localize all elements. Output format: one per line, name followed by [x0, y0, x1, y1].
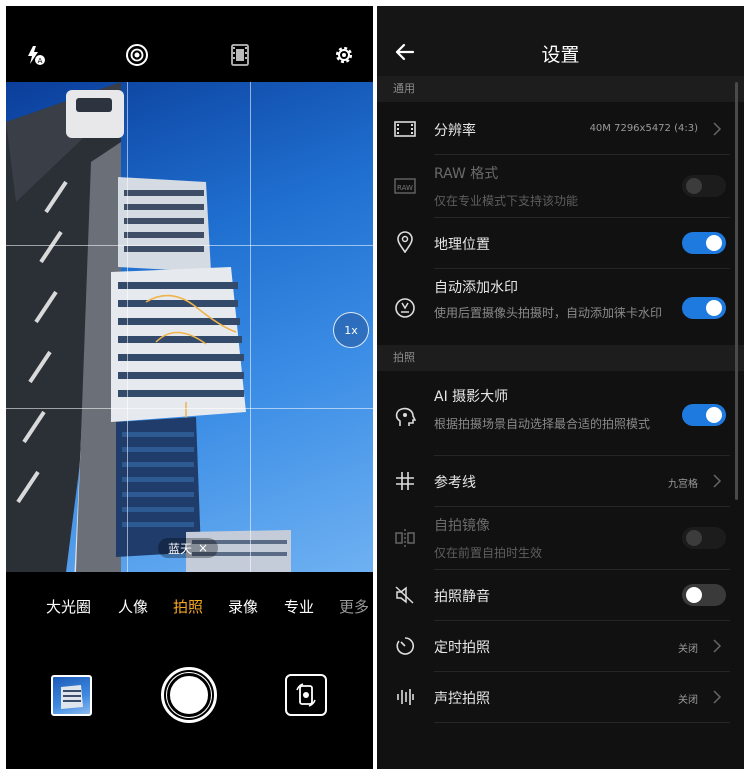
mode-more[interactable]: 更多	[339, 596, 369, 617]
watermark-subtitle: 使用后置摄像头拍摄时，自动添加徕卡水印	[434, 306, 663, 320]
zoom-button[interactable]: 1x	[333, 312, 369, 348]
toggle-knob	[686, 587, 702, 603]
selfie-mirror-toggle	[682, 527, 726, 549]
timer-icon	[394, 635, 416, 657]
switch-camera-icon[interactable]	[285, 674, 327, 716]
setting-timer[interactable]: 定时拍照 关闭	[377, 621, 744, 671]
chevron-right-icon	[713, 639, 722, 653]
resolution-icon	[394, 118, 416, 140]
timer-title: 定时拍照	[434, 640, 490, 656]
mode-photo[interactable]: 拍照	[173, 596, 203, 617]
voice-wave-icon	[394, 686, 416, 708]
svg-text:RAW: RAW	[397, 184, 413, 192]
chevron-right-icon	[713, 474, 722, 488]
toggle-knob	[706, 300, 722, 316]
watermark-stamp-icon	[394, 297, 416, 319]
viewfinder[interactable]: 1x 蓝天 ×	[6, 82, 373, 572]
scene-tag-label: 蓝天	[168, 541, 193, 556]
location-title: 地理位置	[434, 237, 490, 253]
setting-ai-master[interactable]: AI 摄影大师 根据拍摄场景自动选择最合适的拍照模式	[377, 372, 744, 454]
setting-selfie-mirror: 自拍镜像 仅在前置自拍时生效	[377, 507, 744, 569]
resolution-title: 分辨率	[434, 123, 476, 139]
camera-screen: A 1x 蓝天 × 大光圈 人像 拍照 录像 专业 更多	[6, 6, 373, 769]
setting-location[interactable]: 地理位置	[377, 218, 744, 268]
scrollbar[interactable]	[735, 82, 738, 500]
settings-header: 设置	[377, 6, 744, 78]
location-toggle[interactable]	[682, 232, 726, 254]
toggle-knob	[706, 235, 722, 251]
setting-raw: RAW RAW 格式 仅在专业模式下支持该功能	[377, 155, 744, 217]
setting-voice[interactable]: 声控拍照 关闭	[377, 672, 744, 722]
grid-line	[6, 245, 373, 246]
gear-icon[interactable]	[331, 42, 357, 68]
shutter-inner	[167, 673, 211, 717]
settings-screen: 设置 通用 分辨率 40M 7296x5472 (4:3) RAW RAW 格式…	[377, 6, 744, 769]
gridlines-value: 九宫格	[668, 479, 698, 490]
grid-line	[250, 82, 251, 572]
selfie-mirror-title: 自拍镜像	[434, 518, 490, 534]
ai-head-icon	[394, 406, 416, 428]
chevron-right-icon	[713, 690, 722, 704]
grid-line	[6, 408, 373, 409]
gallery-thumbnail[interactable]	[51, 675, 92, 716]
location-pin-icon	[394, 231, 416, 253]
thumbnail-image	[61, 685, 83, 709]
svg-text:A: A	[38, 57, 43, 65]
page-title: 设置	[541, 44, 580, 66]
chevron-right-icon	[713, 122, 722, 136]
toggle-knob	[686, 530, 702, 546]
mode-selector: 大光圈 人像 拍照 录像 专业 更多	[6, 596, 373, 620]
raw-icon: RAW	[394, 175, 416, 197]
close-icon[interactable]: ×	[198, 541, 208, 555]
voice-value: 关闭	[678, 695, 698, 706]
setting-gridlines[interactable]: 参考线 九宫格	[377, 456, 744, 506]
setting-watermark[interactable]: 自动添加水印 使用后置摄像头拍摄时，自动添加徕卡水印	[377, 269, 744, 344]
mute-toggle[interactable]	[682, 584, 726, 606]
shutter-button[interactable]	[161, 667, 217, 723]
zoom-label: 1x	[344, 323, 358, 337]
selfie-mirror-subtitle: 仅在前置自拍时生效	[434, 546, 543, 560]
section-header-general: 通用	[377, 76, 744, 102]
film-icon[interactable]	[227, 42, 253, 68]
mode-portrait[interactable]: 人像	[118, 596, 148, 617]
section-header-photo: 拍照	[377, 345, 744, 371]
scene-image	[6, 82, 291, 572]
watermark-title: 自动添加水印	[434, 280, 518, 296]
setting-resolution[interactable]: 分辨率 40M 7296x5472 (4:3)	[377, 104, 744, 154]
mode-pro[interactable]: 专业	[284, 596, 314, 617]
raw-toggle	[682, 175, 726, 197]
ai-master-subtitle: 根据拍摄场景自动选择最合适的拍照模式	[434, 417, 651, 431]
watermark-toggle[interactable]	[682, 297, 726, 319]
flash-auto-icon[interactable]: A	[22, 42, 48, 68]
grid-line	[127, 82, 128, 572]
divider	[434, 722, 730, 723]
setting-mute[interactable]: 拍照静音	[377, 570, 744, 620]
ai-master-title: AI 摄影大师	[434, 389, 509, 405]
raw-title: RAW 格式	[434, 166, 499, 182]
toggle-knob	[706, 407, 722, 423]
speaker-mute-icon	[394, 584, 416, 606]
raw-subtitle: 仅在专业模式下支持该功能	[434, 194, 579, 208]
toggle-knob	[686, 178, 702, 194]
gridlines-title: 参考线	[434, 475, 476, 491]
timer-value: 关闭	[678, 644, 698, 655]
ai-lens-icon[interactable]	[124, 42, 150, 68]
camera-toolbar: A	[6, 6, 373, 82]
ai-master-toggle[interactable]	[682, 404, 726, 426]
mute-title: 拍照静音	[434, 589, 490, 605]
mirror-icon	[394, 527, 416, 549]
scene-tag[interactable]: 蓝天 ×	[158, 538, 219, 558]
grid-icon	[394, 470, 416, 492]
mode-video[interactable]: 录像	[228, 596, 258, 617]
mode-aperture[interactable]: 大光圈	[46, 596, 91, 617]
resolution-value: 40M 7296x5472 (4:3)	[589, 123, 698, 134]
voice-title: 声控拍照	[434, 691, 490, 707]
